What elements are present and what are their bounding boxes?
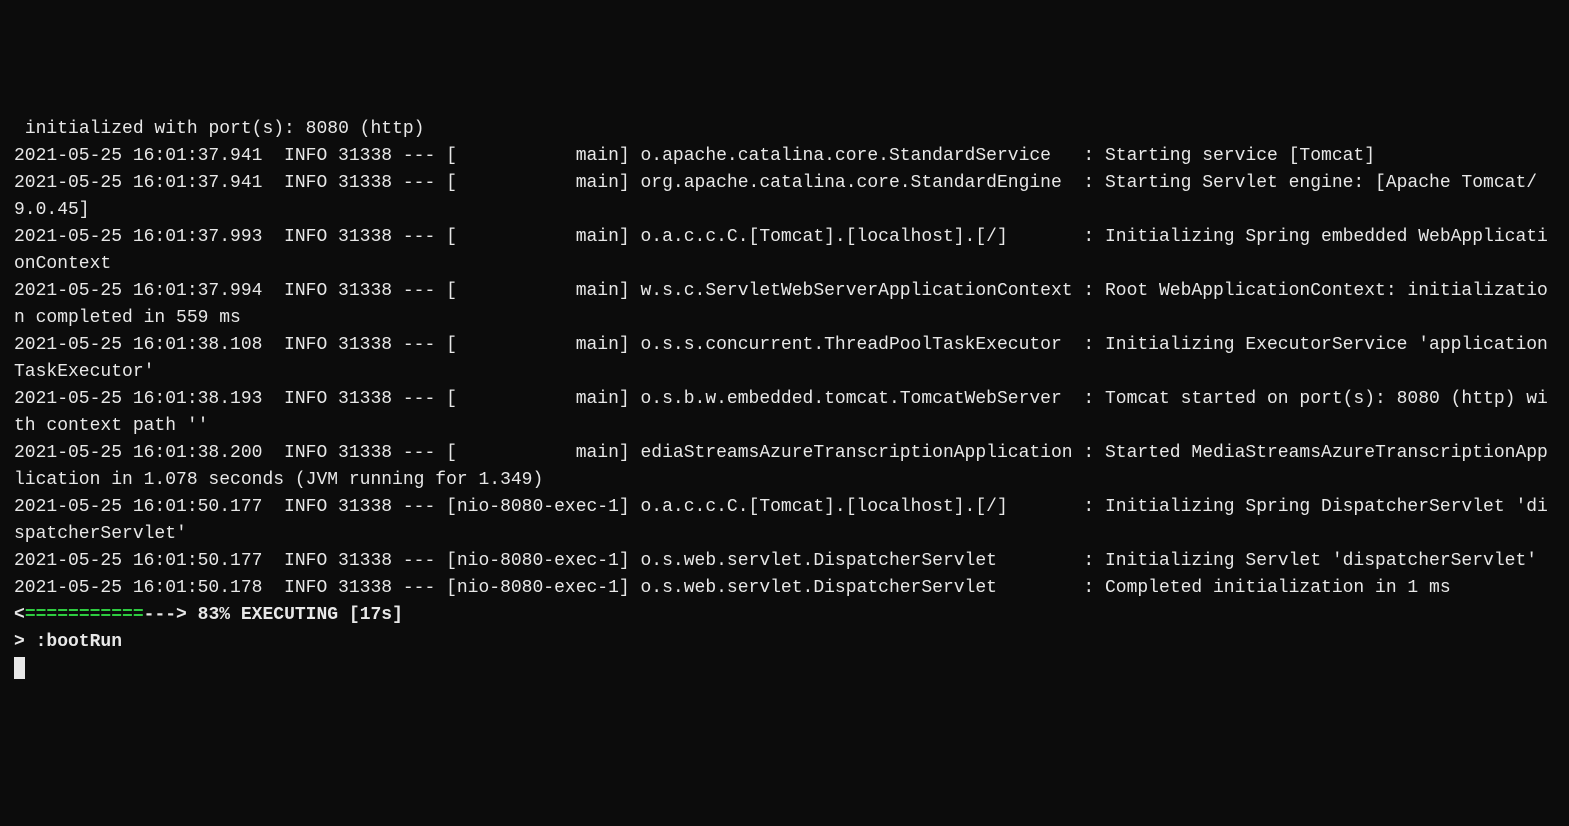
progress-open-bracket: < bbox=[14, 605, 25, 625]
log-line: 2021-05-25 16:01:37.994 INFO 31338 --- [… bbox=[14, 281, 1548, 328]
log-line: 2021-05-25 16:01:37.993 INFO 31338 --- [… bbox=[14, 227, 1548, 274]
progress-empty: ---> bbox=[144, 605, 187, 625]
gradle-task-line: > :bootRun bbox=[14, 632, 122, 652]
progress-filled: =========== bbox=[25, 605, 144, 625]
log-line: 2021-05-25 16:01:37.941 INFO 31338 --- [… bbox=[14, 146, 1375, 166]
terminal-output[interactable]: initialized with port(s): 8080 (http) 20… bbox=[14, 116, 1555, 683]
gradle-progress-bar: <===========---> 83% EXECUTING [17s] bbox=[14, 605, 403, 625]
log-line: 2021-05-25 16:01:37.941 INFO 31338 --- [… bbox=[14, 173, 1537, 220]
terminal-cursor bbox=[14, 657, 25, 679]
log-line: initialized with port(s): 8080 (http) bbox=[14, 119, 424, 139]
log-line: 2021-05-25 16:01:50.177 INFO 31338 --- [… bbox=[14, 497, 1548, 544]
log-line: 2021-05-25 16:01:50.178 INFO 31338 --- [… bbox=[14, 578, 1451, 598]
log-line: 2021-05-25 16:01:38.193 INFO 31338 --- [… bbox=[14, 389, 1548, 436]
log-line: 2021-05-25 16:01:38.200 INFO 31338 --- [… bbox=[14, 443, 1548, 490]
progress-percent-text: 83% EXECUTING [17s] bbox=[187, 605, 403, 625]
log-line: 2021-05-25 16:01:38.108 INFO 31338 --- [… bbox=[14, 335, 1548, 382]
log-line: 2021-05-25 16:01:50.177 INFO 31338 --- [… bbox=[14, 551, 1537, 571]
